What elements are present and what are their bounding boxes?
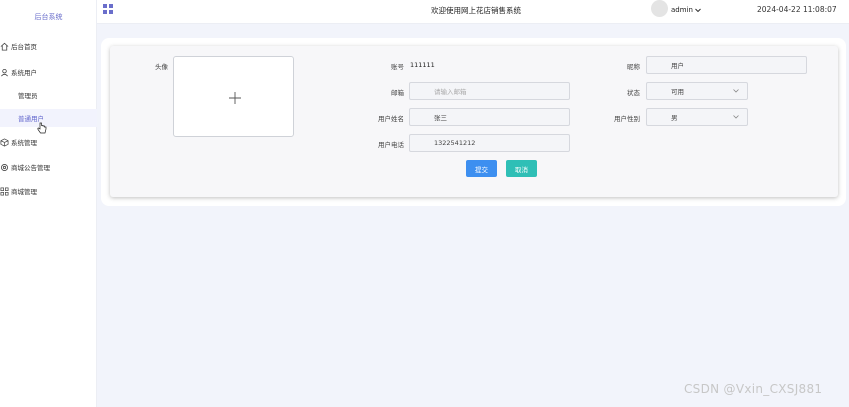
user-icon (1, 68, 8, 76)
avatar-upload[interactable] (173, 56, 294, 137)
hand-cursor-icon (37, 122, 47, 134)
sidebar-item-mall[interactable]: 商城管理 (0, 182, 97, 200)
grid-icon (0, 187, 9, 195)
status-select[interactable]: 可用 (646, 82, 748, 100)
phone-label: 用户电话 (378, 141, 404, 149)
gender-label: 用户性别 (614, 115, 640, 123)
top-bar: 欢迎使用网上花店销售系统 admin 2024-04-22 11:08:07 (97, 0, 849, 24)
sidebar-item-label: 商城公告管理 (11, 164, 50, 172)
cube-icon (0, 137, 9, 147)
email-field[interactable]: 请输入邮箱 (409, 82, 570, 100)
sidebar-item-admins[interactable]: 管理员 (0, 86, 97, 104)
sidebar-item-announcements[interactable]: 商城公告管理 (0, 158, 97, 176)
realname-value: 张三 (434, 114, 447, 122)
sidebar-item-system-users[interactable]: 系统用户 (0, 63, 97, 81)
avatar-label: 头像 (155, 63, 168, 71)
page-title: 欢迎使用网上花店销售系统 (431, 6, 521, 15)
email-label: 邮箱 (391, 89, 404, 97)
realname-field[interactable]: 张三 (409, 108, 570, 126)
account-label: 账号 (391, 63, 404, 71)
user-menu[interactable]: admin (671, 6, 701, 14)
sidebar-item-label: 管理员 (18, 92, 38, 100)
sidebar: 后台系统 后台首页 系统用户 管理员 普通用户 系统管理 商城公告管理 商城管理 (0, 0, 97, 407)
sidebar-item-home[interactable]: 后台首页 (0, 37, 97, 55)
cancel-button[interactable]: 取消 (506, 160, 537, 177)
submit-button[interactable]: 提交 (466, 160, 497, 177)
sidebar-item-label: 系统管理 (11, 139, 37, 147)
chevron-down-icon (733, 89, 739, 93)
chevron-down-icon (733, 115, 739, 119)
email-placeholder: 请输入邮箱 (434, 88, 467, 96)
gender-value: 男 (671, 114, 678, 122)
phone-value: 1322541212 (434, 139, 476, 147)
datetime: 2024-04-22 11:08:07 (757, 5, 837, 14)
status-value: 可用 (671, 88, 684, 96)
nickname-label: 昵称 (627, 63, 640, 71)
gender-select[interactable]: 男 (646, 108, 748, 126)
sidebar-item-normal-users[interactable]: 普通用户 (0, 109, 97, 127)
nickname-value: 用户 (671, 62, 684, 70)
sidebar-item-label: 后台首页 (11, 43, 37, 51)
plus-icon (229, 92, 241, 104)
sidebar-item-system-management[interactable]: 系统管理 (0, 133, 97, 151)
menu-grid-icon[interactable] (103, 4, 113, 14)
avatar[interactable] (651, 0, 668, 17)
gear-icon (1, 163, 8, 171)
realname-label: 用户姓名 (378, 115, 404, 123)
username: admin (671, 6, 693, 14)
nickname-field[interactable]: 用户 (646, 56, 807, 74)
home-icon (0, 42, 9, 51)
chevron-down-icon (695, 8, 701, 12)
brand-title: 后台系统 (34, 13, 63, 21)
sidebar-item-label: 商城管理 (11, 188, 37, 196)
status-label: 状态 (627, 89, 640, 97)
watermark: CSDN @Vxin_CXSJ881 (684, 382, 823, 396)
phone-field[interactable]: 1322541212 (409, 134, 570, 152)
sidebar-item-label: 系统用户 (11, 69, 37, 77)
account-value: 111111 (410, 61, 435, 69)
